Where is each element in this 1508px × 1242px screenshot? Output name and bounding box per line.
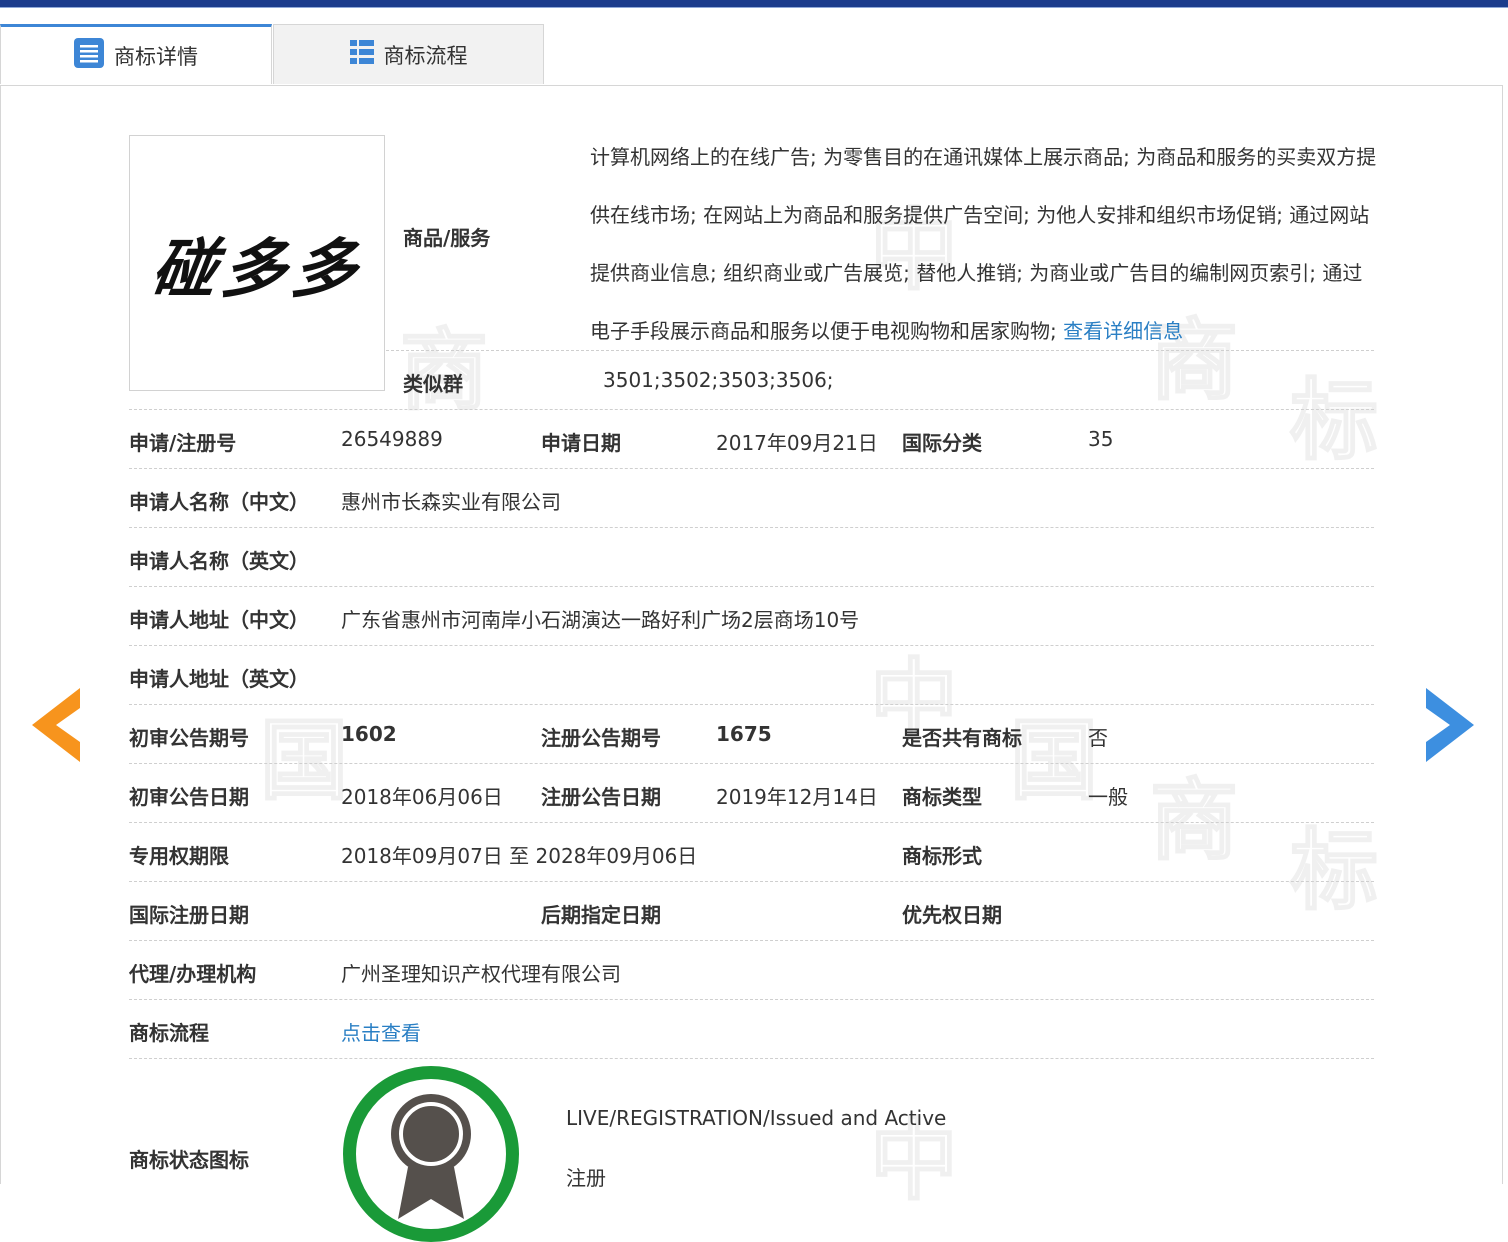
divider: [129, 881, 1374, 882]
reg-no-value: 26549889: [341, 427, 443, 451]
reg-pub-date-value: 2019年12月14日: [716, 785, 878, 809]
tab-label: 商标详情: [114, 44, 198, 69]
prelim-no-label: 初审公告期号: [129, 726, 249, 750]
flow-label: 商标流程: [129, 1021, 209, 1045]
address-en-label: 申请人地址（英文）: [129, 667, 309, 691]
divider: [129, 940, 1374, 941]
divider: [386, 350, 1374, 351]
applicant-cn-label: 申请人名称（中文）: [129, 490, 309, 514]
divider: [129, 822, 1374, 823]
mark-type-label: 商标类型: [902, 785, 982, 809]
exclusive-period-value: 2018年09月07日 至 2028年09月06日: [341, 844, 698, 868]
prev-arrow-icon[interactable]: [32, 688, 82, 762]
flow-view-link[interactable]: 点击查看: [341, 1017, 421, 1046]
applicant-cn-value: 惠州市长森实业有限公司: [341, 490, 561, 514]
goods-text: 计算机网络上的在线广告; 为零售目的在通讯媒体上展示商品; 为商品和服务的买卖双…: [590, 145, 1377, 343]
mark-type-value: 一般: [1088, 785, 1128, 809]
trademark-image: 碰多多: [129, 135, 385, 391]
shared-value: 否: [1088, 726, 1108, 750]
table-icon: [349, 40, 374, 69]
status-en-value: LIVE/REGISTRATION/Issued and Active: [566, 1106, 947, 1130]
apply-date-value: 2017年09月21日: [716, 431, 878, 455]
similar-group-value: 3501;3502;3503;3506;: [603, 368, 834, 392]
applicant-en-label: 申请人名称（英文）: [129, 549, 309, 573]
divider: [129, 1058, 1374, 1059]
tab-trademark-flow[interactable]: 商标流程: [273, 24, 544, 84]
divider: [129, 586, 1374, 587]
view-details-link[interactable]: 查看详细信息: [1063, 319, 1183, 343]
status-cn-value: 注册: [566, 1166, 606, 1190]
tab-label: 商标流程: [383, 43, 468, 68]
similar-group-label: 类似群: [403, 372, 463, 396]
divider: [129, 763, 1374, 764]
reg-pub-date-label: 注册公告日期: [541, 785, 661, 809]
registered-seal-icon: [343, 1066, 519, 1242]
reg-pub-no-value: 1675: [716, 722, 772, 746]
intl-class-label: 国际分类: [902, 431, 982, 455]
tab-trademark-detail[interactable]: 商标详情: [0, 24, 272, 84]
tab-bar: 商标详情 商标流程: [0, 24, 1508, 86]
intl-class-value: 35: [1088, 427, 1114, 451]
divider: [129, 704, 1374, 705]
address-cn-value: 广东省惠州市河南岸小石湖演达一路好利广场2层商场10号: [341, 608, 860, 632]
priority-date-label: 优先权日期: [902, 903, 1002, 927]
agent-label: 代理/办理机构: [129, 962, 257, 986]
prelim-date-label: 初审公告日期: [129, 785, 249, 809]
divider: [129, 468, 1374, 469]
divider: [129, 645, 1374, 646]
divider: [129, 409, 1374, 410]
apply-date-label: 申请日期: [541, 431, 621, 455]
mark-form-label: 商标形式: [902, 844, 982, 868]
divider: [129, 527, 1374, 528]
trademark-image-text: 碰多多: [146, 232, 368, 307]
later-date-label: 后期指定日期: [541, 903, 661, 927]
status-icon-label: 商标状态图标: [129, 1148, 249, 1172]
top-bar: [0, 0, 1508, 8]
exclusive-period-label: 专用权期限: [129, 844, 229, 868]
prelim-no-value: 1602: [341, 722, 397, 746]
goods-label: 商品/服务: [403, 226, 491, 250]
list-icon: [74, 38, 104, 73]
address-cn-label: 申请人地址（中文）: [129, 608, 309, 632]
goods-services-text: 计算机网络上的在线广告; 为零售目的在通讯媒体上展示商品; 为商品和服务的买卖双…: [590, 128, 1380, 360]
agent-value: 广州圣理知识产权代理有限公司: [341, 962, 621, 986]
shared-label: 是否共有商标: [902, 726, 1022, 750]
divider: [129, 999, 1374, 1000]
reg-no-label: 申请/注册号: [129, 431, 237, 455]
next-arrow-icon[interactable]: [1424, 688, 1474, 762]
reg-pub-no-label: 注册公告期号: [541, 726, 661, 750]
intl-reg-date-label: 国际注册日期: [129, 903, 249, 927]
prelim-date-value: 2018年06月06日: [341, 785, 503, 809]
